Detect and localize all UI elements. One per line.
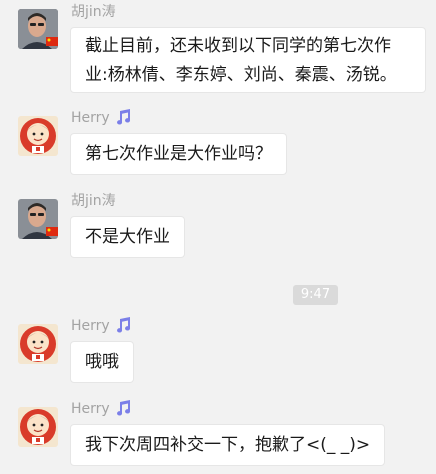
message-bubble[interactable]: 哦哦 bbox=[70, 341, 134, 383]
sender-name-text: Herry bbox=[71, 318, 110, 334]
message-bubble[interactable]: 截止目前，还未收到以下同学的第七次作 业:杨林倩、李东婷、刘尚、秦震、汤锐。 bbox=[70, 27, 426, 93]
avatar[interactable] bbox=[18, 116, 58, 156]
message-text-line: 截止目前，还未收到以下同学的第七次作 bbox=[85, 36, 391, 56]
sender-name: Herry bbox=[71, 400, 132, 417]
message-bubble[interactable]: 第七次作业是大作业吗？ bbox=[70, 133, 287, 175]
message-text: 我下次周四补交一下，抱歉了<(_ _)> bbox=[85, 435, 371, 455]
cartoon-boy-avatar-icon bbox=[18, 116, 58, 156]
avatar[interactable] bbox=[18, 407, 58, 447]
message-bubble[interactable]: 不是大作业 bbox=[70, 216, 185, 258]
message-text-line: 业:杨林倩、李东婷、刘尚、秦震、汤锐。 bbox=[85, 65, 397, 85]
timestamp-badge: 9:47 bbox=[293, 285, 338, 305]
message-bubble[interactable]: 我下次周四补交一下，抱歉了<(_ _)> bbox=[70, 424, 386, 466]
sender-name-text: Herry bbox=[71, 401, 110, 417]
sender-name: Herry bbox=[71, 317, 132, 334]
sender-name: Herry bbox=[71, 109, 132, 126]
message-text: 哦哦 bbox=[85, 352, 119, 372]
sender-name: 胡jin涛 bbox=[71, 193, 116, 209]
sender-name-text: Herry bbox=[71, 110, 110, 126]
sender-name: 胡jin涛 bbox=[71, 4, 116, 20]
cartoon-boy-avatar-icon bbox=[18, 324, 58, 364]
music-note-icon bbox=[114, 400, 132, 416]
avatar[interactable] bbox=[18, 199, 58, 239]
man-portrait-with-china-flag-icon bbox=[18, 9, 58, 49]
avatar[interactable] bbox=[18, 324, 58, 364]
cartoon-boy-avatar-icon bbox=[18, 407, 58, 447]
message-text: 第七次作业是大作业吗？ bbox=[85, 144, 272, 164]
avatar[interactable] bbox=[18, 9, 58, 49]
music-note-icon bbox=[114, 109, 132, 125]
music-note-icon bbox=[114, 317, 132, 333]
message-text: 不是大作业 bbox=[85, 227, 170, 247]
man-portrait-with-china-flag-icon bbox=[18, 199, 58, 239]
